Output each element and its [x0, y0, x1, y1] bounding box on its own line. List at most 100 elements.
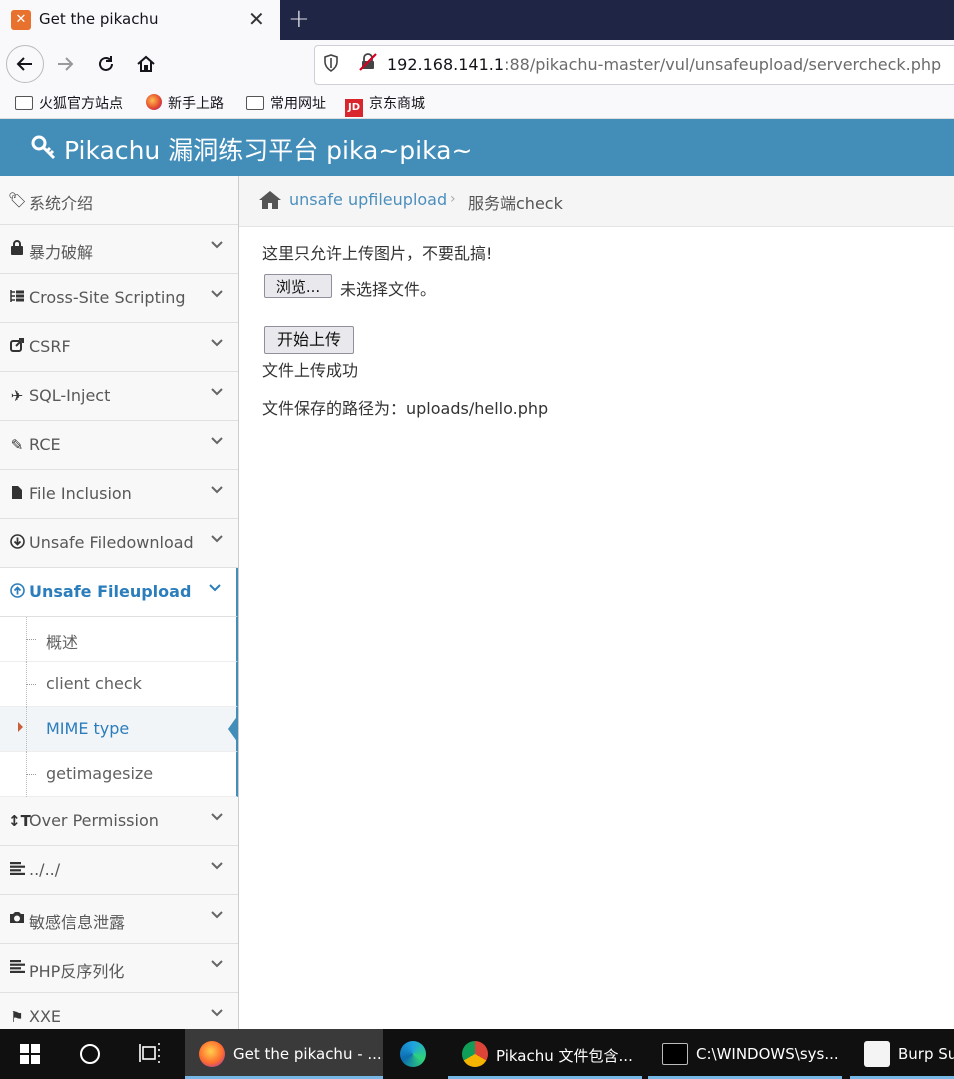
text-height-icon: ↕T — [8, 812, 31, 830]
tree-branch — [26, 684, 36, 685]
flag-icon: ⚑ — [10, 1008, 24, 1026]
sidebar-item-label: SQL-Inject — [29, 386, 111, 405]
home-icon[interactable] — [259, 190, 281, 210]
bookmark-getting-started[interactable]: 新手上路 — [146, 93, 224, 113]
close-tab-icon[interactable]: ✕ — [248, 7, 265, 31]
sidebar-item-unsafe-filedownload[interactable]: Unsafe Filedownload — [0, 519, 238, 568]
task-view-icon[interactable] — [139, 1043, 161, 1063]
sidebar-item-unsafe-fileupload[interactable]: Unsafe Fileupload — [0, 568, 238, 617]
file-icon — [8, 485, 26, 504]
shield-icon[interactable] — [323, 54, 339, 72]
tab-title: Get the pikachu — [39, 10, 159, 28]
sidebar-item-label: Unsafe Filedownload — [29, 533, 194, 552]
submenu-item-getimagesize[interactable]: getimagesize — [0, 752, 238, 797]
windows-start-icon[interactable] — [20, 1044, 40, 1064]
reload-icon — [99, 56, 113, 71]
tree-branch — [26, 639, 36, 640]
chevron-down-icon — [210, 385, 224, 403]
browser-toolbar: 192.168.141.1:88/pikachu-master/vul/unsa… — [0, 40, 954, 88]
reload-button[interactable] — [90, 48, 122, 80]
browser-tab[interactable]: ✕ Get the pikachu ✕ — [0, 0, 280, 40]
taskbar-app-chrome[interactable]: Pikachu 文件包含... — [448, 1029, 642, 1079]
breadcrumb-separator: › — [450, 191, 456, 207]
taskbar-app-edge-beta[interactable] — [386, 1029, 446, 1079]
upload-result-text: 文件上传成功 — [262, 361, 359, 380]
sidebar-item-label: Unsafe Fileupload — [29, 582, 192, 601]
align-left-icon — [8, 861, 26, 879]
arrow-right-icon — [58, 57, 74, 71]
chevron-down-icon — [210, 287, 224, 305]
sidebar-item-brute-force[interactable]: 暴力破解 — [0, 225, 238, 274]
chrome-icon — [462, 1041, 488, 1067]
taskbar-app-label: C:\WINDOWS\sys... — [696, 1045, 839, 1063]
new-tab-button[interactable]: + — [288, 4, 310, 34]
submenu-item-label: client check — [46, 674, 142, 693]
sidebar-item-intro[interactable]: 🏷 系统介绍 — [0, 176, 238, 225]
start-upload-button[interactable]: 开始上传 — [264, 326, 354, 354]
sidebar-item-csrf[interactable]: CSRF — [0, 323, 238, 372]
sidebar-item-file-inclusion[interactable]: File Inclusion — [0, 470, 238, 519]
bookmark-common-sites[interactable]: 常用网址 — [246, 93, 326, 113]
home-icon — [137, 55, 155, 72]
browse-file-button[interactable]: 浏览... — [264, 274, 332, 298]
sidebar-item-dir-traversal[interactable]: ../../ — [0, 846, 238, 895]
tree-line — [26, 707, 27, 752]
sidebar-item-label: Cross-Site Scripting — [29, 288, 186, 307]
sidebar-item-php-unserialize[interactable]: PHP反序列化 — [0, 944, 238, 993]
taskbar-app-firefox[interactable]: Get the pikachu - ... — [185, 1029, 383, 1079]
submenu-item-client-check[interactable]: client check — [0, 662, 238, 707]
download-icon — [8, 534, 26, 553]
camera-icon — [8, 910, 26, 928]
sidebar-item-sql-inject[interactable]: ✈ SQL-Inject — [0, 372, 238, 421]
taskbar-app-label: Pikachu 文件包含... — [496, 1047, 633, 1065]
taskbar-app-label: Burp Sui — [898, 1045, 954, 1063]
sidebar-item-label: RCE — [29, 435, 61, 454]
sidebar-item-label: File Inclusion — [29, 484, 132, 503]
home-button[interactable] — [130, 48, 162, 80]
bookmark-firefox-site[interactable]: 火狐官方站点 — [15, 93, 123, 113]
sidebar-item-xss[interactable]: Cross-Site Scripting — [0, 274, 238, 323]
list-tree-icon — [8, 289, 26, 307]
url-host: 192.168.141.1 — [387, 55, 505, 74]
jd-icon: JD — [345, 99, 363, 117]
no-file-selected-text: 未选择文件。 — [340, 280, 437, 299]
folder-icon — [246, 96, 264, 110]
active-pointer-icon — [228, 715, 238, 743]
submenu-item-overview[interactable]: 概述 — [0, 617, 238, 662]
sidebar-item-xxe[interactable]: ⚑ XXE — [0, 993, 238, 1029]
chevron-down-icon — [210, 810, 224, 828]
address-bar[interactable]: 192.168.141.1:88/pikachu-master/vul/unsa… — [314, 45, 954, 85]
key-icon — [31, 135, 56, 160]
site-title: Pikachu 漏洞练习平台 pika~pika~ — [64, 136, 473, 165]
sidebar-item-over-permission[interactable]: ↕T Over Permission — [0, 797, 238, 846]
bookmark-label: 常用网址 — [270, 96, 326, 112]
chevron-down-icon — [210, 238, 224, 256]
chevron-down-icon — [210, 336, 224, 354]
tree-branch — [26, 774, 36, 775]
url-path: :88/pikachu-master/vul/unsafeupload/serv… — [504, 55, 942, 74]
upload-icon — [8, 583, 26, 602]
sidebar-item-label: 系统介绍 — [29, 194, 94, 213]
chevron-down-icon — [210, 1006, 224, 1024]
cmd-icon — [662, 1043, 688, 1065]
submenu-item-mime-type[interactable]: MIME type — [0, 707, 238, 752]
chevron-down-icon — [208, 581, 222, 599]
bookmark-jd[interactable]: JD 京东商城 — [345, 93, 425, 117]
back-button[interactable] — [6, 45, 44, 83]
search-icon[interactable] — [80, 1044, 100, 1064]
align-left-icon — [8, 959, 26, 977]
breadcrumb-link[interactable]: unsafe upfileupload — [289, 190, 447, 209]
sidebar-item-rce[interactable]: ✎ RCE — [0, 421, 238, 470]
chevron-down-icon — [210, 483, 224, 501]
insecure-lock-icon[interactable] — [359, 53, 377, 71]
breadcrumb-current: 服务端check — [468, 194, 563, 213]
plane-icon: ✈ — [10, 387, 24, 405]
bookmark-label: 京东商城 — [369, 96, 425, 112]
forward-button[interactable] — [49, 48, 81, 80]
sidebar-item-label: Over Permission — [29, 811, 159, 830]
taskbar-app-burp[interactable]: Burp Sui — [850, 1029, 954, 1079]
sidebar-item-info-leak[interactable]: 敏感信息泄露 — [0, 895, 238, 944]
lock-icon — [8, 240, 26, 259]
sidebar-item-label: PHP反序列化 — [29, 962, 125, 981]
taskbar-app-cmd[interactable]: C:\WINDOWS\sys... — [648, 1029, 842, 1079]
